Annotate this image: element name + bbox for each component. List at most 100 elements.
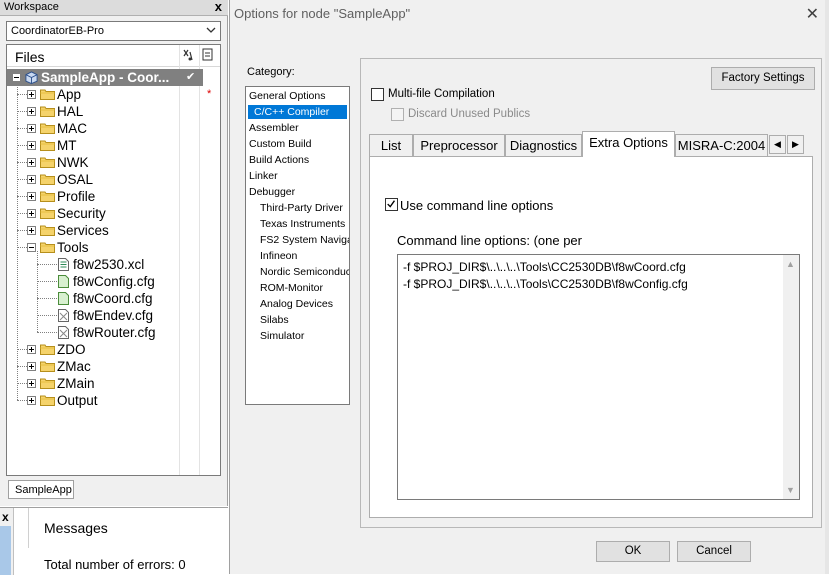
tree-file-item[interactable]: f8w2530.xcl bbox=[7, 256, 220, 273]
tree-folder-item[interactable]: HAL bbox=[7, 103, 220, 120]
tree-folder-item[interactable]: MAC bbox=[7, 120, 220, 137]
make-status-icon[interactable] bbox=[182, 48, 194, 62]
cfg-file-icon bbox=[58, 292, 69, 305]
tree-file-item[interactable]: f8wConfig.cfg bbox=[7, 273, 220, 290]
tree-folder-item[interactable]: Security bbox=[7, 205, 220, 222]
tree-item-label: ZDO bbox=[57, 342, 86, 357]
tab-preprocessor[interactable]: Preprocessor bbox=[413, 134, 505, 157]
expand-toggle-icon[interactable] bbox=[27, 345, 36, 354]
category-item[interactable]: C/C++ Compiler bbox=[248, 105, 347, 119]
tree-folder-item[interactable]: OSAL bbox=[7, 171, 220, 188]
category-item[interactable]: Debugger bbox=[249, 185, 295, 199]
expand-toggle-icon[interactable] bbox=[27, 362, 36, 371]
tab-sampleapp[interactable]: SampleApp bbox=[8, 480, 74, 499]
expand-toggle-icon[interactable] bbox=[27, 175, 36, 184]
configuration-dropdown[interactable]: CoordinatorEB-Pro bbox=[6, 21, 221, 41]
scroll-up-icon[interactable]: ▲ bbox=[786, 259, 795, 269]
category-item[interactable]: Build Actions bbox=[249, 153, 309, 167]
tree-connector bbox=[37, 315, 57, 316]
tree-item-label: MAC bbox=[57, 121, 87, 136]
expand-toggle-icon[interactable] bbox=[27, 141, 36, 150]
tree-file-item[interactable]: f8wCoord.cfg bbox=[7, 290, 220, 307]
tree-folder-item[interactable]: MT bbox=[7, 137, 220, 154]
category-item[interactable]: Linker bbox=[249, 169, 278, 183]
category-item[interactable]: Texas Instruments bbox=[260, 217, 345, 231]
command-line-options-textarea[interactable]: -f $PROJ_DIR$\..\..\..\Tools\CC2530DB\f8… bbox=[397, 254, 800, 500]
scroll-down-icon[interactable]: ▼ bbox=[786, 485, 795, 495]
collapse-toggle-icon[interactable] bbox=[27, 243, 36, 252]
tab-diagnostics[interactable]: Diagnostics bbox=[505, 134, 582, 157]
tree-item-label: f8wConfig.cfg bbox=[73, 274, 155, 289]
multi-file-compilation-checkbox[interactable] bbox=[371, 88, 384, 101]
tab-misra-c-2004[interactable]: MISRA-C:2004 bbox=[675, 134, 768, 157]
folder-icon bbox=[40, 395, 55, 406]
command-line-option: -f $PROJ_DIR$\..\..\..\Tools\CC2530DB\f8… bbox=[403, 277, 688, 291]
tree-folder-item[interactable]: App * bbox=[7, 86, 220, 103]
category-item[interactable]: ROM-Monitor bbox=[260, 281, 323, 295]
expand-toggle-icon[interactable] bbox=[27, 209, 36, 218]
tree-file-item[interactable]: f8wEndev.cfg bbox=[7, 307, 220, 324]
tab-list[interactable]: List bbox=[369, 134, 413, 157]
category-list[interactable]: General Options C/C++ Compiler Assembler Cu… bbox=[245, 86, 350, 405]
textarea-scrollbar[interactable]: ▲ ▼ bbox=[783, 255, 799, 499]
workspace-close-icon[interactable]: x bbox=[215, 0, 222, 14]
tree-item-label: Output bbox=[57, 393, 98, 408]
tree-folder-item[interactable]: Profile bbox=[7, 188, 220, 205]
category-item[interactable]: Infineon bbox=[260, 249, 297, 263]
expand-toggle-icon[interactable] bbox=[27, 90, 36, 99]
tree-folder-item[interactable]: ZDO bbox=[7, 341, 220, 358]
category-item[interactable]: FS2 System Naviga bbox=[260, 233, 349, 247]
checkmark-icon bbox=[387, 200, 396, 208]
messages-side-tab[interactable] bbox=[0, 526, 11, 575]
category-item[interactable]: Third-Party Driver bbox=[260, 201, 343, 215]
tree-folder-item[interactable]: ZMac bbox=[7, 358, 220, 375]
category-item[interactable]: Custom Build bbox=[249, 137, 311, 151]
tree-root-project[interactable]: SampleApp - Coor... bbox=[7, 69, 199, 86]
options-status-icon[interactable] bbox=[202, 48, 214, 62]
category-item[interactable]: Simulator bbox=[260, 329, 304, 343]
tree-item-label: f8wEndev.cfg bbox=[73, 308, 154, 323]
tab-scroll-right-icon[interactable]: ▶ bbox=[787, 135, 804, 154]
expand-toggle-icon[interactable] bbox=[27, 107, 36, 116]
category-item[interactable]: Analog Devices bbox=[260, 297, 333, 311]
tree-connector bbox=[37, 264, 57, 265]
folder-icon bbox=[40, 140, 55, 151]
category-item[interactable]: Nordic Semiconduc bbox=[260, 265, 349, 279]
messages-close-icon[interactable]: x bbox=[2, 510, 9, 524]
cancel-button[interactable]: Cancel bbox=[677, 541, 751, 562]
tree-connector bbox=[37, 298, 57, 299]
category-item[interactable]: Assembler bbox=[249, 121, 299, 135]
chevron-down-icon[interactable] bbox=[206, 25, 216, 35]
tree-item-label: Profile bbox=[57, 189, 96, 204]
folder-icon bbox=[40, 225, 55, 236]
collapse-toggle-icon[interactable] bbox=[12, 73, 21, 82]
dialog-close-icon[interactable]: ✕ bbox=[806, 4, 819, 24]
ok-button[interactable]: OK bbox=[596, 541, 670, 562]
expand-toggle-icon[interactable] bbox=[27, 379, 36, 388]
expand-toggle-icon[interactable] bbox=[27, 192, 36, 201]
factory-settings-button[interactable]: Factory Settings bbox=[711, 67, 815, 90]
expand-toggle-icon[interactable] bbox=[27, 158, 36, 167]
discard-unused-publics-checkbox bbox=[391, 108, 404, 121]
tree-folder-item[interactable]: Output bbox=[7, 392, 220, 409]
tree-file-item[interactable]: f8wRouter.cfg bbox=[7, 324, 220, 341]
category-item[interactable]: General Options bbox=[249, 89, 325, 103]
expand-toggle-icon[interactable] bbox=[27, 396, 36, 405]
files-header: Files bbox=[7, 45, 220, 67]
expand-toggle-icon[interactable] bbox=[27, 124, 36, 133]
tab-scroll-left-icon[interactable]: ◀ bbox=[769, 135, 786, 154]
tab-extra-options[interactable]: Extra Options bbox=[582, 131, 675, 157]
project-icon bbox=[25, 71, 38, 84]
tree-folder-item[interactable]: ZMain bbox=[7, 375, 220, 392]
tree-folder-item[interactable]: Services bbox=[7, 222, 220, 239]
use-command-line-checkbox[interactable] bbox=[385, 198, 398, 211]
folder-icon bbox=[40, 157, 55, 168]
tree-folder-item[interactable]: NWK bbox=[7, 154, 220, 171]
file-tree[interactable]: Files SampleApp - Coor... ✔ App * HAL MAC MT NW… bbox=[6, 44, 221, 476]
xcl-file-icon bbox=[58, 258, 69, 271]
expand-toggle-icon[interactable] bbox=[27, 226, 36, 235]
tree-folder-item[interactable]: Tools bbox=[7, 239, 220, 256]
category-item[interactable]: Silabs bbox=[260, 313, 289, 327]
options-dialog: Options for node "SampleApp" ✕ Category:… bbox=[229, 0, 829, 574]
tree-item-label: Services bbox=[57, 223, 109, 238]
